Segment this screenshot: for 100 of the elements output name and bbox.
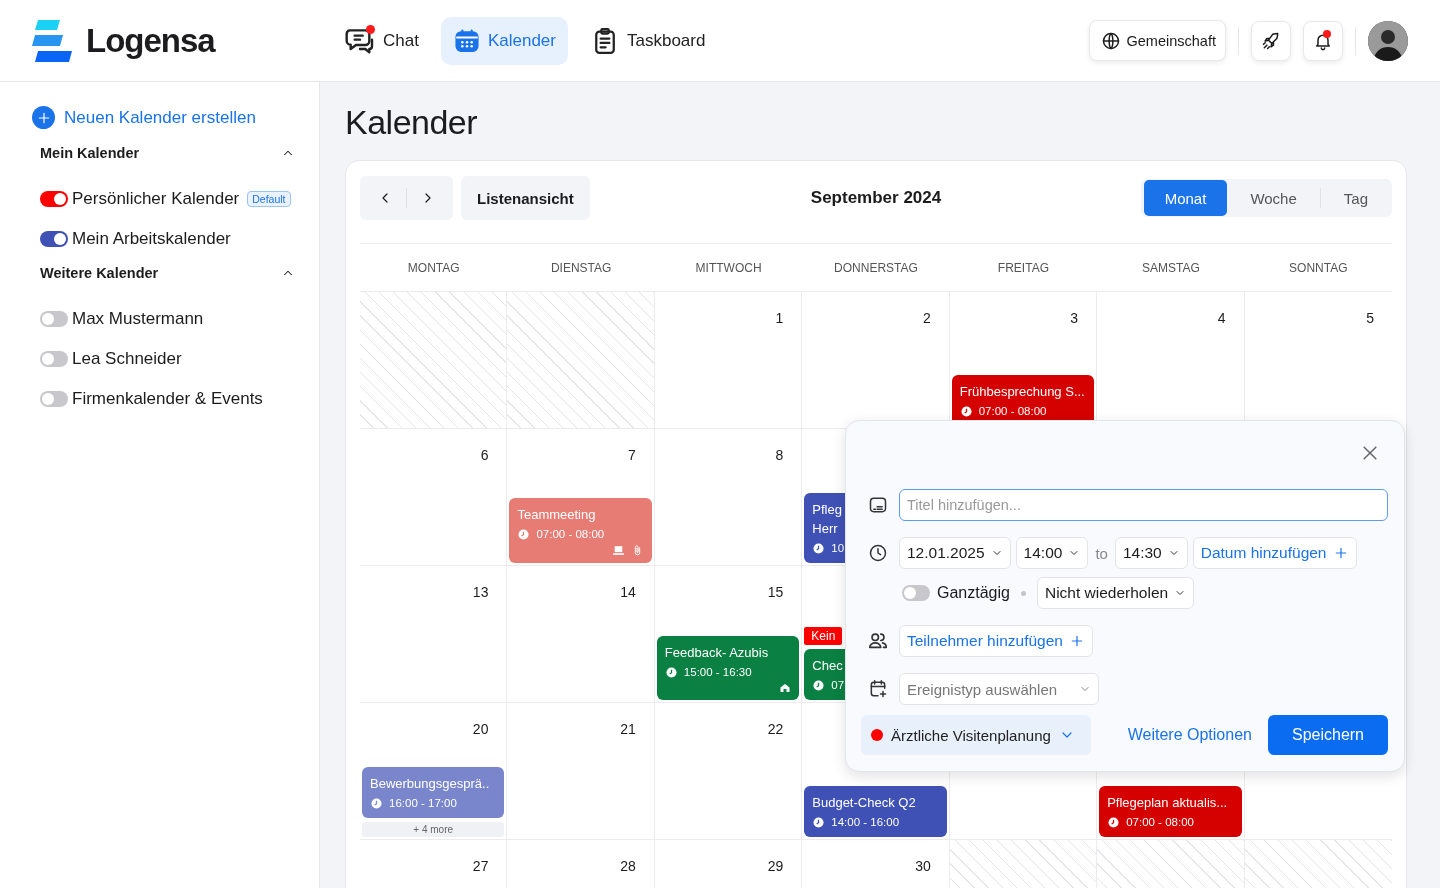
globe-icon bbox=[1100, 30, 1121, 51]
day-number: 15 bbox=[767, 583, 785, 600]
calendar-name[interactable]: Max Mustermann bbox=[72, 309, 204, 329]
section-title: Weitere Kalender bbox=[40, 265, 159, 281]
add-date-button[interactable]: Datum hinzufügen bbox=[1192, 537, 1357, 569]
weekday-label: MITTWOCH bbox=[694, 260, 763, 275]
clock-icon bbox=[371, 798, 382, 809]
start-time-select[interactable]: 14:00 bbox=[1015, 537, 1089, 569]
event-card[interactable]: Bewerbungsgesprä.. 16:00 - 17:00 bbox=[362, 767, 505, 818]
clock-icon bbox=[1108, 817, 1120, 828]
event-title: Bewerbungsgesprä.. bbox=[370, 775, 490, 793]
day-number: 5 bbox=[1366, 309, 1375, 326]
weekday-label: FREITAG bbox=[996, 260, 1050, 275]
more-options-link[interactable]: Weitere Optionen bbox=[1127, 726, 1252, 744]
clock-icon bbox=[665, 667, 677, 678]
end-time-select[interactable]: 14:30 bbox=[1114, 537, 1188, 569]
event-title: Teammeeting bbox=[517, 506, 596, 524]
day-number: 20 bbox=[472, 720, 490, 737]
clock-icon bbox=[960, 406, 972, 417]
event-title: Chec bbox=[812, 657, 843, 675]
create-calendar-link[interactable]: Neuen Kalender erstellen bbox=[32, 106, 256, 129]
notifications-button[interactable] bbox=[1303, 20, 1343, 61]
rocket-icon bbox=[1261, 30, 1281, 51]
event-time: 16:00 - 17:00 bbox=[389, 796, 457, 811]
event-time: 07:00 - 08:00 bbox=[978, 404, 1047, 419]
add-participants-button[interactable]: Teilnehmer hinzufügen bbox=[899, 625, 1093, 657]
calendar-name[interactable]: Persönlicher Kalender bbox=[72, 189, 240, 209]
title-field[interactable]: Titel hinzufügen... bbox=[899, 489, 1388, 521]
clock-icon bbox=[813, 680, 825, 691]
all-day-label: Ganztägig bbox=[937, 584, 1010, 602]
weekday-label: DONNERSTAG bbox=[833, 260, 919, 275]
clock-icon bbox=[518, 529, 530, 540]
event-title: Budget-Check Q2 bbox=[812, 794, 916, 812]
event-card[interactable]: Pflegeplan aktualis... 07:00 - 08:00 bbox=[1099, 786, 1242, 837]
community-button[interactable]: Gemeinschaft bbox=[1088, 20, 1226, 61]
event-card[interactable]: Budget-Check Q2 14:00 - 16:00 bbox=[804, 786, 947, 837]
calendar-icon bbox=[452, 26, 481, 55]
day-number: 8 bbox=[775, 446, 785, 463]
event-time: 15:00 - 16:30 bbox=[683, 665, 752, 680]
weekday-label: MONTAG bbox=[406, 260, 461, 275]
view-tab[interactable]: Woche bbox=[1229, 180, 1318, 216]
day-number: 21 bbox=[620, 720, 637, 737]
day-number: 13 bbox=[472, 583, 490, 600]
caption-icon bbox=[868, 495, 888, 515]
day-number: 6 bbox=[480, 446, 490, 463]
event-time: 07 bbox=[831, 678, 845, 693]
clock-icon bbox=[868, 543, 888, 563]
logo-text: Logensa bbox=[86, 21, 215, 60]
list-view-button[interactable]: Listenansicht bbox=[461, 176, 590, 220]
date-select[interactable]: 12.01.2025 bbox=[899, 537, 1011, 569]
event-title: Frühbesprechung S... bbox=[959, 383, 1085, 401]
save-button[interactable]: Speichern bbox=[1267, 715, 1388, 755]
day-number: 27 bbox=[472, 857, 490, 874]
event-type-select[interactable]: Ereignistyp auswählen bbox=[899, 673, 1099, 705]
calendar-name[interactable]: Lea Schneider bbox=[72, 349, 182, 369]
day-number: 4 bbox=[1217, 309, 1227, 326]
calendar-plus-icon bbox=[868, 679, 888, 699]
default-badge: Default bbox=[247, 191, 291, 207]
event-time: 14:00 - 16:00 bbox=[831, 815, 900, 830]
month-title: September 2024 bbox=[810, 188, 942, 208]
day-number: 1 bbox=[775, 309, 785, 326]
nav-tab[interactable]: Chat bbox=[332, 16, 431, 65]
rocket-button[interactable] bbox=[1251, 20, 1291, 61]
day-number: 22 bbox=[767, 720, 785, 737]
toggle-switch[interactable] bbox=[40, 311, 68, 327]
toggle-switch[interactable] bbox=[40, 391, 68, 407]
view-tab[interactable]: Monat bbox=[1143, 180, 1228, 216]
calendar-name[interactable]: Firmenkalender & Events bbox=[72, 389, 263, 409]
event-title: Pflegeplan aktualis... bbox=[1107, 794, 1228, 812]
event-title: Feedback- Azubis bbox=[664, 644, 769, 662]
weekday-label: SONNTAG bbox=[1288, 260, 1349, 275]
nav-tab[interactable]: Taskboard bbox=[578, 16, 718, 65]
page-title: Kalender bbox=[345, 102, 479, 142]
event-time: 10 bbox=[831, 541, 845, 556]
day-number: 2 bbox=[922, 309, 932, 326]
view-tab[interactable]: Tag bbox=[1322, 180, 1389, 216]
logo-icon bbox=[32, 19, 72, 62]
day-number: 14 bbox=[620, 583, 637, 600]
toggle-switch[interactable] bbox=[40, 191, 68, 207]
calendar-color-dot bbox=[871, 729, 883, 741]
calendar-name[interactable]: Mein Arbeitskalender bbox=[72, 229, 231, 249]
event-tag[interactable]: Kein bbox=[804, 627, 843, 645]
repeat-select[interactable]: Nicht wiederholen bbox=[1036, 577, 1195, 609]
day-number: 30 bbox=[915, 857, 932, 874]
calendar-select[interactable]: Ärztliche Visitenplanung bbox=[861, 715, 1091, 755]
to-label: to bbox=[1094, 544, 1109, 562]
day-number: 7 bbox=[628, 446, 637, 463]
clock-icon bbox=[813, 543, 825, 554]
avatar[interactable] bbox=[1368, 20, 1408, 61]
section-title: Mein Kalender bbox=[40, 145, 140, 161]
day-number: 3 bbox=[1070, 309, 1080, 326]
event-title: Pfleg Herr bbox=[812, 501, 842, 538]
event-card[interactable]: Feedback- Azubis 15:00 - 16:30 bbox=[656, 636, 800, 700]
day-number: 29 bbox=[767, 857, 785, 874]
toggle-switch[interactable] bbox=[40, 351, 68, 367]
toggle-switch[interactable] bbox=[40, 231, 68, 247]
all-day-toggle[interactable] bbox=[902, 585, 930, 601]
clock-icon bbox=[813, 817, 825, 828]
nav-tab[interactable]: Kalender bbox=[440, 16, 568, 65]
more-link[interactable]: + 4 more bbox=[362, 822, 505, 837]
